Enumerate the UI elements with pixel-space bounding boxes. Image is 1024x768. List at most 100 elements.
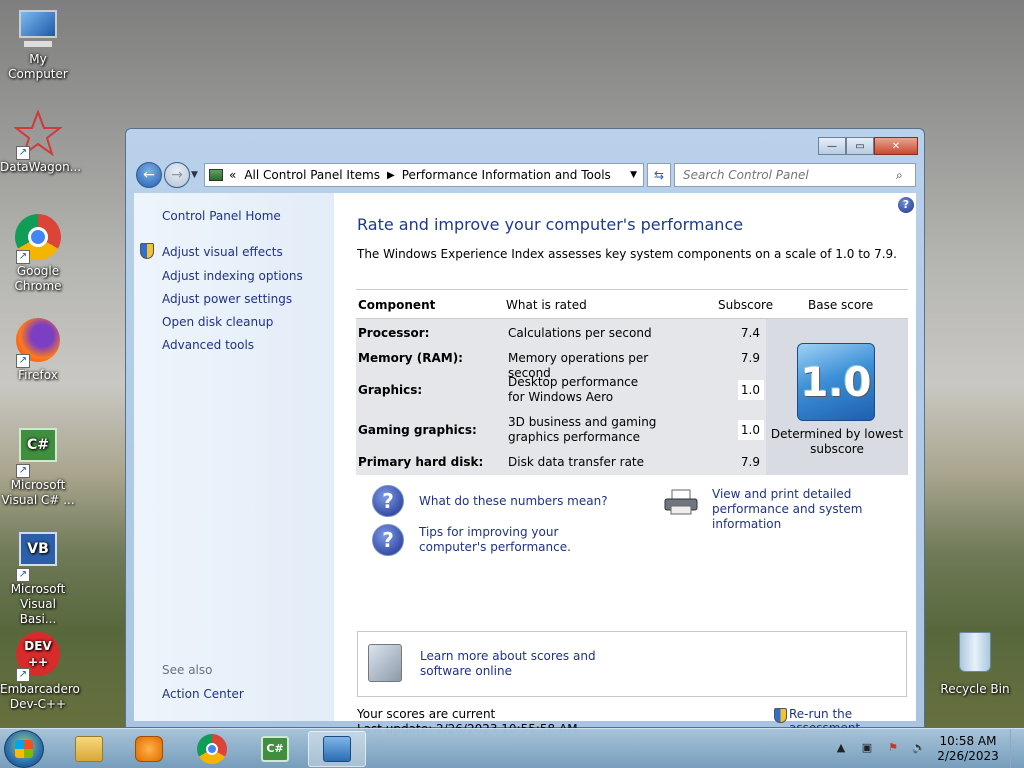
devcpp-icon: DEV ++ ↗ (14, 632, 62, 682)
table-row: Processor: Calculations per second 7.4 (356, 323, 766, 345)
table-row: Gaming graphics: 3D business and gaming … (356, 413, 766, 449)
subscore-value: 7.9 (740, 351, 760, 365)
desktop-icon-firefox[interactable]: ↗ Firefox (0, 318, 76, 383)
desktop-icon-label: Microsoft Visual Basi... (10, 582, 66, 626)
adjust-indexing-options-link[interactable]: Adjust indexing options (162, 269, 303, 283)
show-hidden-icons[interactable]: ▲ (833, 741, 849, 757)
subscore-value: 7.9 (740, 455, 760, 469)
rated-description: Desktop performance for Windows Aero (508, 375, 639, 404)
refresh-icon: ⇆ (653, 168, 665, 182)
base-score-badge: 1.0 (797, 343, 875, 421)
page-title: Rate and improve your computer's perform… (357, 215, 744, 234)
desktop-icon-devcpp[interactable]: DEV ++ ↗ Embarcadero Dev-C++ (0, 632, 80, 712)
search-icon[interactable]: ⌕ (896, 168, 903, 183)
network-icon[interactable]: ▣ (859, 741, 875, 757)
score-table-body: Processor: Calculations per second 7.4 M… (356, 319, 908, 475)
header-what-is-rated: What is rated (506, 298, 587, 312)
address-dropdown-icon[interactable]: ▼ (630, 170, 637, 180)
recent-pages-dropdown[interactable]: ▼ (191, 170, 198, 180)
help-question-icon: ? (372, 485, 404, 517)
breadcrumb-performance-tools[interactable]: Performance Information and Tools (402, 168, 611, 182)
desktop-icon-recycle-bin[interactable]: Recycle Bin (937, 632, 1013, 697)
advanced-tools-link[interactable]: Advanced tools (162, 338, 254, 352)
see-also-heading: See also (162, 663, 213, 677)
forward-button[interactable]: → (164, 162, 190, 188)
rated-description: Calculations per second (508, 326, 652, 340)
breadcrumb-overflow[interactable]: « (229, 168, 236, 182)
header-base-score: Base score (808, 298, 874, 312)
breadcrumb-all-control-panel-items[interactable]: All Control Panel Items (244, 168, 380, 182)
back-button[interactable]: ← (136, 162, 162, 188)
chrome-icon: ↗ (14, 214, 62, 264)
datawagon-icon: ↗ (13, 109, 63, 160)
header-component: Component (358, 298, 436, 312)
back-arrow-icon: ← (143, 167, 155, 183)
volume-icon[interactable]: 🔈 (911, 741, 927, 757)
folder-icon (75, 736, 103, 762)
printer-icon (664, 489, 698, 515)
address-bar[interactable]: « All Control Panel Items ▶ Performance … (204, 163, 644, 187)
media-player-icon (135, 736, 163, 762)
view-print-details-link[interactable]: View and print detailed performance and … (712, 487, 912, 532)
action-center-link[interactable]: Action Center (162, 687, 244, 701)
adjust-visual-effects-link[interactable]: Adjust visual effects (162, 245, 283, 259)
forward-arrow-icon: → (171, 167, 183, 183)
desktop-icon-label: My Computer (8, 52, 68, 81)
open-disk-cleanup-link[interactable]: Open disk cleanup (162, 315, 273, 329)
start-button[interactable] (4, 730, 44, 768)
breadcrumb-separator-icon[interactable]: ▶ (387, 170, 395, 181)
desktop-icon-visual-csharp[interactable]: C# ↗ Microsoft Visual C# ... (0, 428, 76, 508)
scores-status: Your scores are current (357, 707, 496, 721)
rated-description: 3D business and gaming graphics performa… (508, 415, 657, 444)
left-navigation-pane: Control Panel Home Adjust visual effects… (134, 193, 334, 721)
software-box-icon (368, 644, 402, 682)
help-icon[interactable]: ? (898, 197, 914, 213)
visual-basic-icon: VB ↗ (14, 532, 62, 582)
help-question-icon: ? (372, 524, 404, 556)
taskbar: C# ▲ ▣ ⚑ 🔈 10:58 AM 2/26/2023 (0, 728, 1024, 768)
desktop-icon-label: Firefox (18, 368, 58, 382)
component-name: Gaming graphics: (358, 423, 477, 437)
taskbar-media-player[interactable] (120, 731, 178, 767)
taskbar-control-panel[interactable] (308, 731, 366, 767)
adjust-power-settings-link[interactable]: Adjust power settings (162, 292, 292, 306)
desktop-icon-label: Microsoft Visual C# ... (1, 478, 75, 507)
taskbar-visual-csharp[interactable]: C# (246, 731, 304, 767)
learn-more-scores-link[interactable]: Learn more about scores and software onl… (420, 649, 640, 679)
desktop-icon-visual-basic[interactable]: VB ↗ Microsoft Visual Basi... (0, 532, 76, 627)
refresh-button[interactable]: ⇆ (647, 163, 671, 187)
maximize-button[interactable]: ▭ (846, 137, 874, 155)
taskbar-chrome[interactable] (183, 731, 241, 767)
score-table: Component What is rated Subscore Base sc… (356, 289, 908, 475)
desktop-icon-label: DataWagon... (0, 160, 82, 174)
visual-csharp-icon: C# ↗ (14, 428, 62, 478)
chrome-icon (197, 734, 227, 764)
minimize-button[interactable]: — (818, 137, 846, 155)
intro-text: The Windows Experience Index assesses ke… (357, 247, 897, 261)
shortcut-arrow-icon: ↗ (16, 146, 30, 160)
desktop-icon-label: Embarcadero Dev-C++ (0, 682, 80, 711)
taskbar-explorer[interactable] (60, 731, 118, 767)
numbers-meaning-link[interactable]: What do these numbers mean? (419, 494, 608, 509)
show-desktop-button[interactable] (1010, 729, 1024, 768)
search-input[interactable] (674, 163, 916, 187)
computer-icon (16, 10, 60, 50)
clock-date: 2/26/2023 (937, 749, 999, 763)
visual-csharp-icon: C# (261, 736, 289, 762)
close-button[interactable]: ✕ (874, 137, 918, 155)
main-content: ? Rate and improve your computer's perfo… (334, 193, 916, 736)
desktop-icon-chrome[interactable]: ↗ Google Chrome (0, 214, 76, 294)
subscore-value: 7.4 (740, 326, 760, 340)
action-center-flag-icon[interactable]: ⚑ (885, 741, 901, 757)
control-panel-home-link[interactable]: Control Panel Home (162, 209, 281, 223)
desktop-icon-my-computer[interactable]: My Computer (0, 10, 76, 82)
uac-shield-icon (774, 708, 787, 723)
desktop-icon-label: Recycle Bin (940, 682, 1010, 696)
control-panel-window: — ▭ ✕ ← → ▼ « All Control Panel Items ▶ … (125, 128, 925, 736)
component-name: Graphics: (358, 383, 423, 397)
system-clock[interactable]: 10:58 AM 2/26/2023 (932, 734, 1004, 764)
desktop-icon-datawagon[interactable]: ↗ DataWagon... (0, 109, 82, 175)
performance-tips-link[interactable]: Tips for improving your computer's perfo… (419, 525, 619, 555)
header-subscore: Subscore (718, 298, 774, 312)
uac-shield-icon (140, 243, 154, 259)
